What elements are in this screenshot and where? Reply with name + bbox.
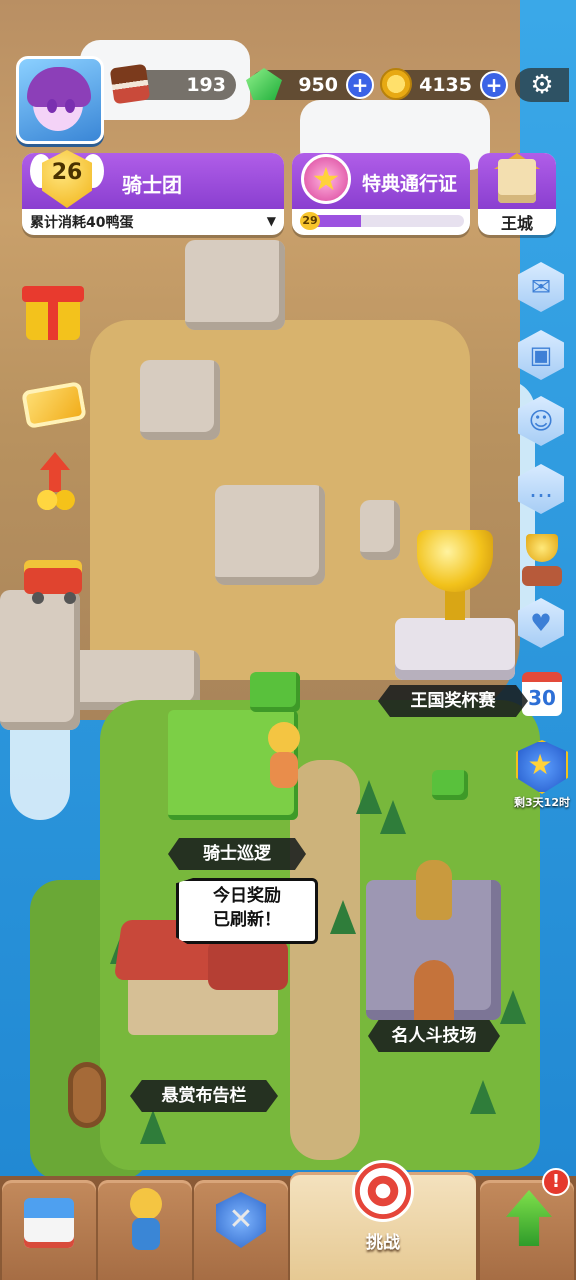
tab-challenge[interactable]: 挑战 — [290, 1160, 476, 1280]
shop-icon — [24, 1198, 74, 1248]
tree — [140, 1110, 166, 1144]
pass-level: 29 — [300, 212, 320, 230]
swords-glyph: ✕ — [228, 1202, 254, 1237]
gift-ribbon — [48, 286, 58, 340]
challenge-label: 挑战 — [366, 1233, 400, 1253]
knight-head — [268, 722, 300, 754]
citadel-title: 王城 — [500, 214, 533, 233]
cup-base — [522, 566, 562, 586]
knights-level: 26 — [51, 160, 83, 185]
tree — [380, 800, 406, 834]
ticket-icon — [21, 381, 87, 429]
tab-guild[interactable]: ✕ — [194, 1180, 288, 1280]
trophy-base — [395, 618, 515, 680]
crown-cup-button[interactable] — [520, 528, 564, 588]
bush — [250, 672, 300, 712]
gem-count: 950 — [298, 74, 338, 96]
player-avatar[interactable] — [16, 56, 104, 144]
cake-icon — [109, 63, 151, 105]
gem-resource[interactable]: 950 + — [246, 68, 374, 100]
house-roof — [208, 940, 288, 990]
tab-shop[interactable] — [2, 1180, 96, 1280]
bubble-line-1: 今日奖励 — [213, 886, 281, 906]
mail-icon: ✉ — [530, 273, 552, 301]
knight-body — [270, 752, 298, 788]
bounty-board-label[interactable]: 悬赏布告栏 — [130, 1080, 278, 1112]
speech-bubble-text: 今日奖励 已刷新！ — [176, 884, 318, 932]
add-gems-button[interactable]: + — [346, 71, 374, 99]
green-arrow-up-icon — [506, 1190, 552, 1246]
coin-icon — [380, 68, 412, 100]
celebrity-arena-castle[interactable] — [366, 860, 501, 1020]
gift-box-button[interactable] — [20, 276, 94, 346]
rock — [0, 590, 80, 730]
target-icon — [352, 1160, 414, 1222]
mine-cart-button[interactable] — [20, 538, 94, 608]
crown-cup-icon — [526, 534, 558, 562]
rock — [185, 240, 285, 330]
trophy-stem — [445, 590, 465, 620]
gear-icon: ⚙ — [530, 70, 554, 100]
coin-resource[interactable]: 4135 + — [380, 68, 508, 100]
knights-title: 骑士团 — [122, 173, 182, 197]
chat-icon: … — [529, 475, 553, 503]
tab-heroes[interactable] — [98, 1180, 192, 1280]
kingdom-cup-label[interactable]: 王国奖杯赛 — [378, 685, 528, 717]
pass-title: 特典通行证 — [362, 173, 458, 195]
cart-wheel — [32, 592, 44, 604]
calendar-button[interactable]: 30 — [522, 672, 562, 716]
avatar-hair — [27, 67, 91, 107]
cake-count: 193 — [186, 74, 226, 96]
settings-button[interactable]: ⚙ — [515, 68, 569, 102]
hero-head — [130, 1188, 162, 1220]
avatar-eye — [65, 99, 75, 113]
rock — [140, 360, 220, 440]
cake-resource[interactable]: 193 — [109, 63, 236, 105]
hero-body — [132, 1218, 160, 1250]
coins-icon — [34, 488, 78, 512]
bush — [432, 770, 468, 800]
season-badge-button[interactable]: ★ — [512, 740, 568, 794]
cart-wheel — [64, 592, 76, 604]
star-icon: ★ — [527, 748, 553, 781]
growth-fund-button[interactable] — [20, 452, 94, 522]
castle-gate — [414, 960, 454, 1020]
rock — [360, 500, 400, 560]
rock — [215, 485, 325, 585]
dirt-path — [290, 760, 360, 1160]
tree — [330, 900, 356, 934]
backpack-icon: ▣ — [529, 341, 553, 369]
red-arrow-up-icon — [40, 452, 70, 492]
notification-badge: ! — [542, 1168, 570, 1196]
ticket-button[interactable] — [20, 368, 94, 438]
heart-icon: ♥ — [530, 609, 552, 637]
kingdom-cup-trophy[interactable] — [395, 530, 515, 680]
star-icon: ★ — [311, 160, 341, 198]
castle-icon — [498, 159, 536, 203]
avatar-eye — [47, 99, 57, 113]
pass-star-badge: ★ — [295, 148, 357, 210]
trophy-cup — [417, 530, 493, 592]
hero-icon — [126, 1188, 166, 1252]
coin-count: 4135 — [419, 74, 472, 96]
crossed-swords-icon: ✕ — [216, 1192, 266, 1248]
season-timer: 剩3天12时 — [514, 796, 570, 809]
friends-icon: ☺ — [528, 407, 554, 435]
knights-level-badge: 26 — [30, 146, 104, 220]
bubble-line-2: 已刷新！ — [213, 910, 281, 930]
tree — [500, 990, 526, 1024]
citadel-panel[interactable]: 王城 — [478, 153, 556, 235]
tree — [470, 1080, 496, 1114]
celebrity-arena-label[interactable]: 名人斗技场 — [368, 1020, 500, 1052]
pass-progress-bar — [306, 215, 464, 227]
add-coins-button[interactable]: + — [480, 71, 508, 99]
golden-statue — [416, 860, 452, 920]
knight-patrol-label[interactable]: 骑士巡逻 — [168, 838, 306, 870]
boat — [68, 1062, 106, 1128]
mine-cart-icon — [24, 560, 82, 594]
tree — [356, 780, 382, 814]
patrol-knight[interactable] — [262, 722, 306, 792]
chevron-down-icon[interactable]: ▼ — [267, 214, 276, 228]
